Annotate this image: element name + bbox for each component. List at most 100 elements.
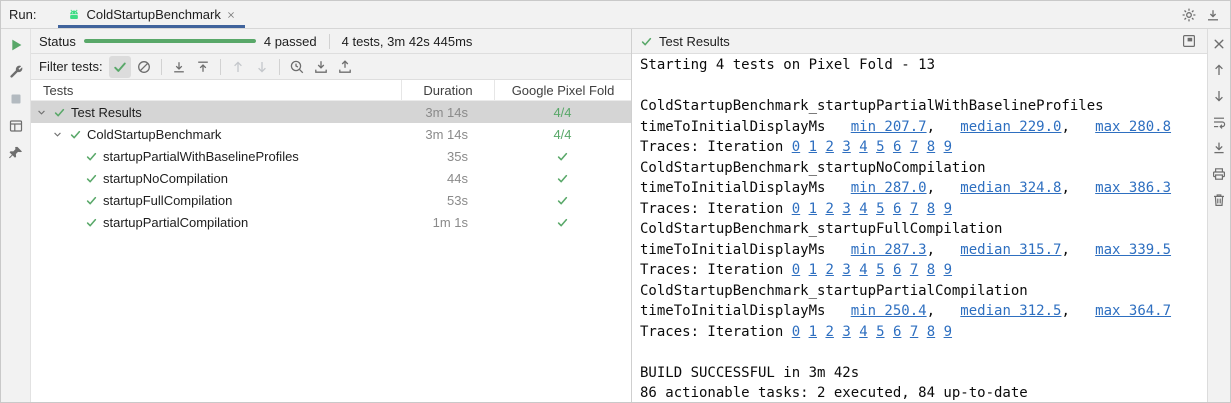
trace-link[interactable]: 4 bbox=[859, 201, 867, 217]
trace-link[interactable]: 7 bbox=[910, 262, 918, 278]
test-tree-row[interactable]: startupPartialWithBaselineProfiles35s bbox=[31, 145, 631, 167]
console-line: timeToInitialDisplayMs min 250.4, median… bbox=[640, 301, 1199, 322]
trace-link[interactable]: 4 bbox=[859, 139, 867, 155]
test-tree-row[interactable]: startupNoCompilation44s bbox=[31, 167, 631, 189]
test-passed-icon bbox=[82, 194, 100, 207]
print-button[interactable] bbox=[1209, 166, 1229, 182]
test-tree-row[interactable]: ColdStartupBenchmark3m 14s4/4 bbox=[31, 123, 631, 145]
metric-link[interactable]: median 315.7 bbox=[960, 242, 1061, 258]
close-console-button[interactable] bbox=[1209, 36, 1229, 52]
rerun-tests-button[interactable] bbox=[6, 37, 26, 53]
trace-link[interactable]: 0 bbox=[792, 324, 800, 340]
trace-link[interactable]: 9 bbox=[944, 139, 952, 155]
import-test-results-button[interactable] bbox=[310, 56, 332, 78]
console-line: timeToInitialDisplayMs min 287.3, median… bbox=[640, 240, 1199, 261]
trace-link[interactable]: 3 bbox=[842, 201, 850, 217]
run-tool-window: Run: ColdStartupBenchmark Status 4 passe… bbox=[0, 0, 1231, 403]
up-the-stack-trace-button[interactable] bbox=[1209, 62, 1229, 78]
trace-link[interactable]: 4 bbox=[859, 262, 867, 278]
metric-link[interactable]: median 229.0 bbox=[960, 119, 1061, 135]
restore-layout-button[interactable] bbox=[6, 118, 26, 134]
test-tree-row[interactable]: startupFullCompilation53s bbox=[31, 189, 631, 211]
metric-link[interactable]: min 287.0 bbox=[851, 180, 927, 196]
console-line: 86 actionable tasks: 2 executed, 84 up-t… bbox=[640, 383, 1199, 402]
trace-link[interactable]: 1 bbox=[809, 324, 817, 340]
metric-link[interactable]: max 364.7 bbox=[1095, 303, 1171, 319]
collapse-all-button[interactable] bbox=[192, 56, 214, 78]
trace-link[interactable]: 7 bbox=[910, 139, 918, 155]
trace-link[interactable]: 3 bbox=[842, 139, 850, 155]
test-tree-row[interactable]: Test Results3m 14s4/4 bbox=[31, 101, 631, 123]
progress-fill bbox=[84, 39, 256, 43]
trace-link[interactable]: 4 bbox=[859, 324, 867, 340]
chevron-down-icon[interactable] bbox=[49, 128, 66, 141]
column-header-tests[interactable]: Tests bbox=[31, 80, 401, 100]
trace-link[interactable]: 5 bbox=[876, 201, 884, 217]
trace-link[interactable]: 8 bbox=[927, 324, 935, 340]
modify-run-configuration-button[interactable] bbox=[6, 64, 26, 80]
trace-link[interactable]: 5 bbox=[876, 324, 884, 340]
metric-link[interactable]: median 324.8 bbox=[960, 180, 1061, 196]
expand-all-button[interactable] bbox=[168, 56, 190, 78]
show-passed-button[interactable] bbox=[109, 56, 131, 78]
trace-link[interactable]: 8 bbox=[927, 262, 935, 278]
trace-link[interactable]: 2 bbox=[825, 139, 833, 155]
trace-link[interactable]: 9 bbox=[944, 201, 952, 217]
metric-link[interactable]: max 280.8 bbox=[1095, 119, 1171, 135]
trace-link[interactable]: 1 bbox=[809, 262, 817, 278]
test-passed-icon bbox=[82, 172, 100, 185]
trace-link[interactable]: 2 bbox=[825, 324, 833, 340]
run-tab-coldstartupbenchmark[interactable]: ColdStartupBenchmark bbox=[58, 1, 244, 28]
trace-link[interactable]: 2 bbox=[825, 201, 833, 217]
scroll-to-end-button[interactable] bbox=[1209, 140, 1229, 156]
trace-link[interactable]: 1 bbox=[809, 201, 817, 217]
clear-all-button[interactable] bbox=[1209, 192, 1229, 208]
console-output[interactable]: Starting 4 tests on Pixel Fold - 13ColdS… bbox=[632, 54, 1207, 402]
device-passed-icon bbox=[494, 150, 631, 163]
trace-link[interactable]: 6 bbox=[893, 201, 901, 217]
trace-link[interactable]: 5 bbox=[876, 139, 884, 155]
trace-link[interactable]: 5 bbox=[876, 262, 884, 278]
hide-tool-window-button[interactable] bbox=[1202, 4, 1224, 26]
tree-header: Tests Duration Google Pixel Fold bbox=[31, 80, 631, 101]
down-the-stack-trace-button[interactable] bbox=[1209, 88, 1229, 104]
export-test-results-button[interactable] bbox=[334, 56, 356, 78]
trace-link[interactable]: 0 bbox=[792, 262, 800, 278]
metric-link[interactable]: median 312.5 bbox=[960, 303, 1061, 319]
trace-link[interactable]: 0 bbox=[792, 201, 800, 217]
metric-link[interactable]: max 339.5 bbox=[1095, 242, 1171, 258]
trace-link[interactable]: 0 bbox=[792, 139, 800, 155]
tab-title: ColdStartupBenchmark bbox=[86, 7, 220, 22]
settings-gear-icon[interactable] bbox=[1178, 4, 1200, 26]
trace-link[interactable]: 3 bbox=[842, 262, 850, 278]
trace-link[interactable]: 3 bbox=[842, 324, 850, 340]
tab-close-icon[interactable] bbox=[226, 10, 236, 20]
metric-link[interactable]: min 207.7 bbox=[851, 119, 927, 135]
trace-link[interactable]: 7 bbox=[910, 201, 918, 217]
metric-link[interactable]: max 386.3 bbox=[1095, 180, 1171, 196]
column-header-device[interactable]: Google Pixel Fold bbox=[494, 80, 631, 100]
trace-link[interactable]: 6 bbox=[893, 324, 901, 340]
test-tree-row[interactable]: startupPartialCompilation1m 1s bbox=[31, 211, 631, 233]
soft-wrap-button[interactable] bbox=[1209, 114, 1229, 130]
pin-tab-button[interactable] bbox=[6, 145, 26, 161]
test-history-button[interactable] bbox=[286, 56, 308, 78]
trace-link[interactable]: 9 bbox=[944, 262, 952, 278]
trace-link[interactable]: 8 bbox=[927, 201, 935, 217]
metric-link[interactable]: min 250.4 bbox=[851, 303, 927, 319]
chevron-down-icon[interactable] bbox=[33, 106, 50, 119]
column-header-duration[interactable]: Duration bbox=[401, 80, 494, 100]
trace-link[interactable]: 7 bbox=[910, 324, 918, 340]
trace-link[interactable]: 6 bbox=[893, 262, 901, 278]
console-line: timeToInitialDisplayMs min 207.7, median… bbox=[640, 117, 1199, 138]
test-duration: 44s bbox=[401, 171, 494, 186]
trace-link[interactable]: 1 bbox=[809, 139, 817, 155]
trace-link[interactable]: 8 bbox=[927, 139, 935, 155]
show-ignored-button[interactable] bbox=[133, 56, 155, 78]
trace-link[interactable]: 9 bbox=[944, 324, 952, 340]
trace-link[interactable]: 2 bbox=[825, 262, 833, 278]
test-passed-icon bbox=[82, 216, 100, 229]
float-window-button[interactable] bbox=[1179, 31, 1199, 51]
metric-link[interactable]: min 287.3 bbox=[851, 242, 927, 258]
trace-link[interactable]: 6 bbox=[893, 139, 901, 155]
